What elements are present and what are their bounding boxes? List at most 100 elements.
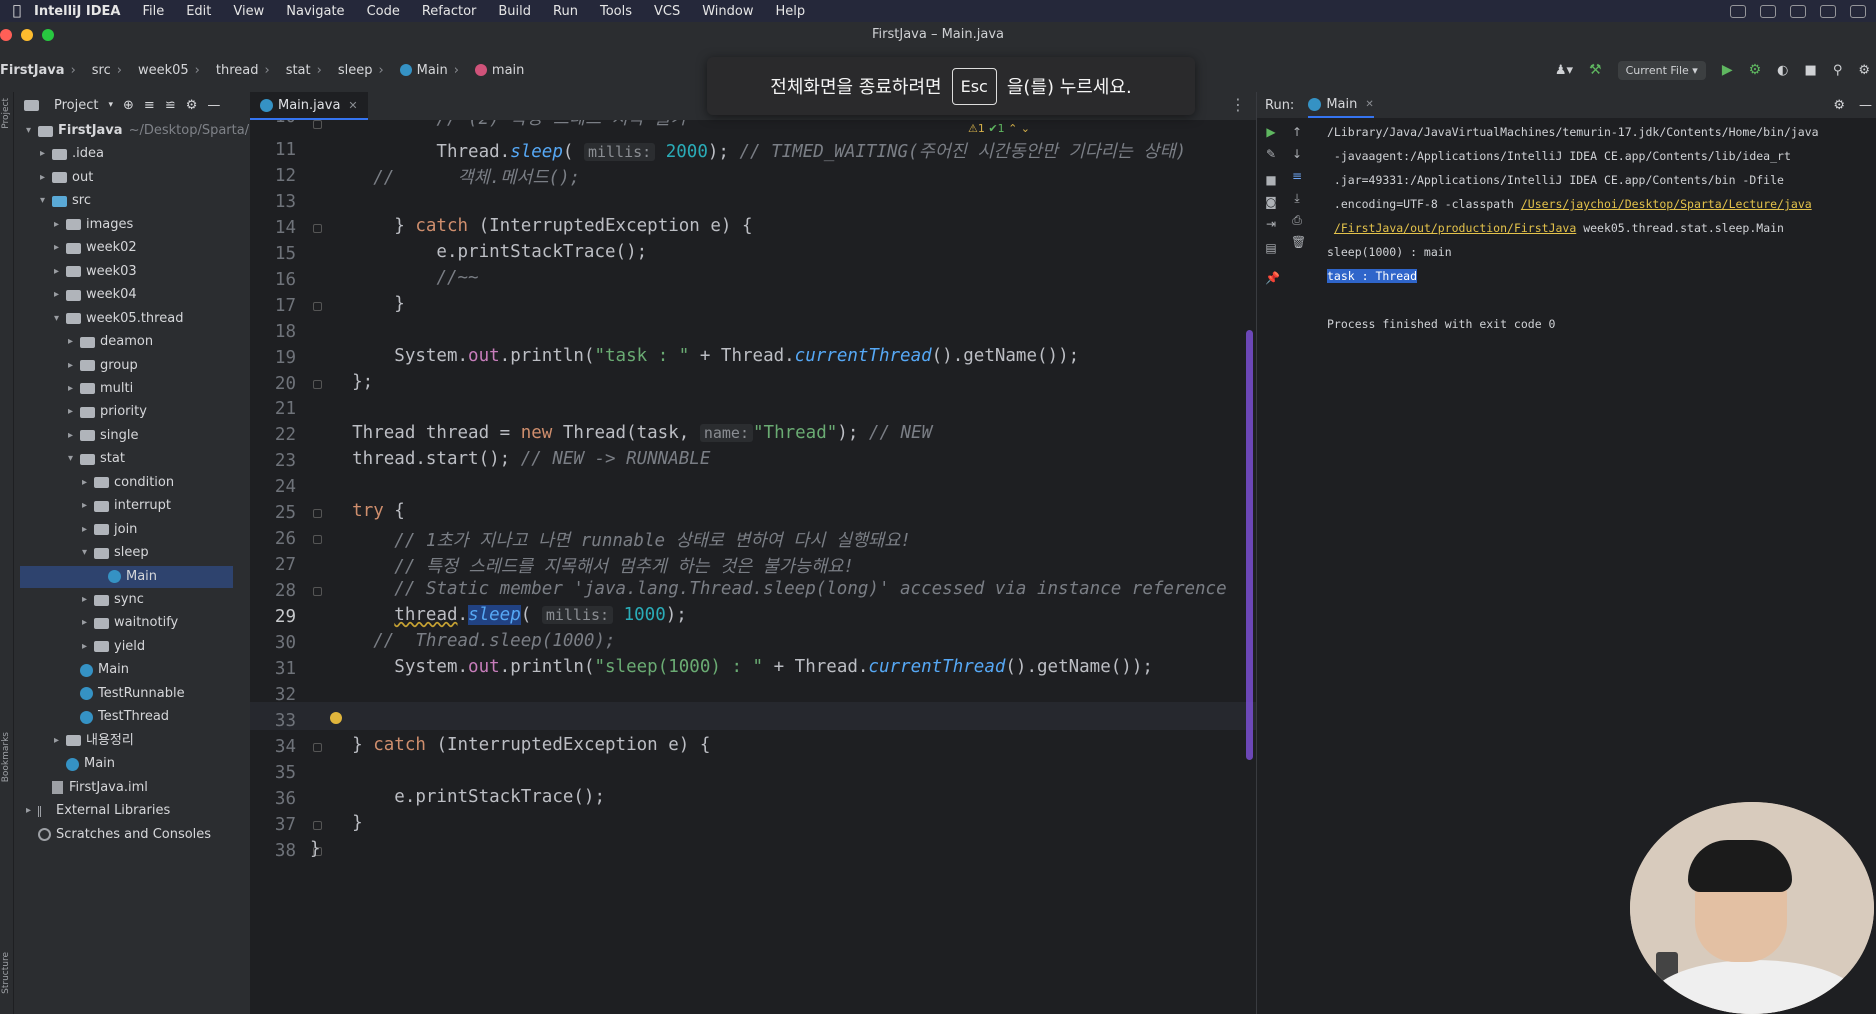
scroll-up-icon[interactable]: ↑ bbox=[1291, 126, 1303, 138]
tree-item-out[interactable]: ▸ out bbox=[14, 167, 93, 189]
menu-view[interactable]: View bbox=[233, 4, 264, 19]
tree-item-scratches-and-consoles[interactable]: Scratches and Consoles bbox=[14, 824, 211, 846]
menu-window[interactable]: Window bbox=[702, 4, 753, 19]
rerun-icon[interactable]: ▶ bbox=[1265, 126, 1277, 138]
tree-item-testthread[interactable]: TestThread bbox=[14, 706, 169, 728]
expand-arrow-icon[interactable]: ▸ bbox=[68, 331, 80, 353]
expand-arrow-icon[interactable]: ▾ bbox=[54, 308, 66, 330]
chevron-down-icon[interactable]: ▾ bbox=[108, 100, 113, 110]
expand-arrow-icon[interactable]: ▸ bbox=[82, 636, 94, 658]
app-menu[interactable]: IntelliJ IDEA bbox=[34, 4, 120, 19]
project-view-select[interactable]: Project bbox=[54, 98, 98, 113]
menu-navigate[interactable]: Navigate bbox=[286, 4, 344, 19]
expand-arrow-icon[interactable]: ▸ bbox=[26, 800, 38, 822]
tree-item-stat[interactable]: ▾ stat bbox=[14, 448, 125, 470]
expand-arrow-icon[interactable]: ▾ bbox=[68, 448, 80, 470]
expand-arrow-icon[interactable]: ▸ bbox=[54, 284, 66, 306]
breadcrumb-src[interactable]: src › bbox=[92, 63, 132, 78]
tree-item-main[interactable]: Main bbox=[14, 753, 115, 775]
strip-label-bookmarks[interactable]: Bookmarks bbox=[1, 732, 11, 782]
expand-arrow-icon[interactable]: ▸ bbox=[54, 237, 66, 259]
tree-item-priority[interactable]: ▸ priority bbox=[14, 401, 147, 423]
tray-icon[interactable] bbox=[1760, 4, 1776, 18]
tree-item-yield[interactable]: ▸ yield bbox=[14, 636, 145, 658]
tree-item-single[interactable]: ▸ single bbox=[14, 425, 139, 447]
expand-arrow-icon[interactable]: ▸ bbox=[68, 378, 80, 400]
close-tab-icon[interactable]: ✕ bbox=[348, 99, 357, 112]
run-tab-main[interactable]: Main ✕ bbox=[1308, 92, 1374, 118]
build-hammer-icon[interactable]: ⚒ bbox=[1589, 62, 1602, 78]
tree-item-week02[interactable]: ▸ week02 bbox=[14, 237, 137, 259]
expand-arrow-icon[interactable]: ▸ bbox=[82, 472, 94, 494]
tree-item-firstjava-iml[interactable]: FirstJava.iml bbox=[14, 777, 148, 799]
tree-item-sleep[interactable]: ▾ sleep bbox=[14, 542, 149, 564]
apple-icon[interactable]:  bbox=[0, 3, 34, 19]
expand-arrow-icon[interactable]: ▸ bbox=[54, 214, 66, 236]
scroll-to-end-icon[interactable]: ⤓ bbox=[1291, 192, 1303, 204]
expand-arrow-icon[interactable]: ▸ bbox=[68, 425, 80, 447]
settings-gear-icon[interactable]: ⚙ bbox=[1858, 63, 1870, 78]
editor-scrollbar[interactable] bbox=[1246, 330, 1253, 760]
pin-icon[interactable]: 📌 bbox=[1265, 272, 1280, 284]
breadcrumb-thread[interactable]: thread › bbox=[216, 63, 280, 78]
tree-item-testrunnable[interactable]: TestRunnable bbox=[14, 683, 185, 705]
run-config-select[interactable]: Current File ▾ bbox=[1617, 60, 1706, 80]
camera-icon[interactable]: ◙ bbox=[1265, 196, 1277, 208]
console-output[interactable]: /Library/Java/JavaVirtualMachines/temuri… bbox=[1327, 120, 1819, 336]
gear-icon[interactable]: ⚙ bbox=[186, 98, 198, 113]
expand-arrow-icon[interactable]: ▸ bbox=[40, 143, 52, 165]
expand-arrow-icon[interactable]: ▸ bbox=[82, 495, 94, 517]
menu-vcs[interactable]: VCS bbox=[654, 4, 680, 19]
console-link[interactable]: /FirstJava/out/production/FirstJava bbox=[1334, 221, 1576, 235]
tree-item-interrupt[interactable]: ▸ interrupt bbox=[14, 495, 171, 517]
lightbulb-icon[interactable] bbox=[330, 712, 342, 724]
print-icon[interactable]: ⎙ bbox=[1291, 214, 1303, 226]
menu-help[interactable]: Help bbox=[776, 4, 806, 19]
search-icon[interactable] bbox=[1820, 4, 1836, 18]
debug-icon[interactable]: ⚙ bbox=[1749, 62, 1762, 78]
expand-arrow-icon[interactable]: ▸ bbox=[68, 355, 80, 377]
tree-item-src[interactable]: ▾ src bbox=[14, 190, 91, 212]
close-run-tab-icon[interactable]: ✕ bbox=[1365, 99, 1373, 110]
wifi-icon[interactable] bbox=[1790, 4, 1806, 18]
coverage-icon[interactable]: ◐ bbox=[1777, 63, 1788, 78]
tree-item-condition[interactable]: ▸ condition bbox=[14, 472, 174, 494]
expand-arrow-icon[interactable]: ▾ bbox=[82, 542, 94, 564]
hide-icon[interactable]: — bbox=[207, 98, 220, 113]
locate-icon[interactable]: ⊕ bbox=[123, 98, 134, 113]
tree-item-deamon[interactable]: ▸ deamon bbox=[14, 331, 153, 353]
inspection-widget[interactable]: ⚠1 ✔1 ⌃ ⌄ bbox=[968, 122, 1030, 135]
tree-item--idea[interactable]: ▸ .idea bbox=[14, 143, 104, 165]
run-icon[interactable]: ▶ bbox=[1722, 62, 1733, 78]
breadcrumb-week05[interactable]: week05 › bbox=[138, 63, 210, 78]
tree-item-images[interactable]: ▸ images bbox=[14, 214, 133, 236]
menu-run[interactable]: Run bbox=[553, 4, 578, 19]
menu-code[interactable]: Code bbox=[367, 4, 400, 19]
tab-main-java[interactable]: Main.java ✕ bbox=[250, 92, 368, 120]
search-everywhere-icon[interactable]: ⚲ bbox=[1833, 63, 1843, 78]
expand-all-icon[interactable]: ≡ bbox=[144, 98, 155, 113]
tree-item-waitnotify[interactable]: ▸ waitnotify bbox=[14, 612, 178, 634]
tree-item-group[interactable]: ▸ group bbox=[14, 355, 138, 377]
menu-build[interactable]: Build bbox=[498, 4, 531, 19]
tree-item-multi[interactable]: ▸ multi bbox=[14, 378, 133, 400]
tree-item-week05-thread[interactable]: ▾ week05.thread bbox=[14, 308, 183, 330]
hide-run-panel-icon[interactable]: — bbox=[1859, 98, 1872, 113]
tree-item-sync[interactable]: ▸ sync bbox=[14, 589, 144, 611]
tree-item-week04[interactable]: ▸ week04 bbox=[14, 284, 137, 306]
strip-label-project[interactable]: Project bbox=[1, 98, 11, 129]
tree-item-join[interactable]: ▸ join bbox=[14, 519, 137, 541]
breadcrumb-stat[interactable]: stat › bbox=[286, 63, 332, 78]
exit-icon[interactable]: ⇥ bbox=[1265, 218, 1277, 230]
tree-item-external-libraries[interactable]: ▸ External Libraries bbox=[14, 800, 170, 822]
expand-arrow-icon[interactable]: ▸ bbox=[54, 261, 66, 283]
menu-file[interactable]: File bbox=[142, 4, 164, 19]
expand-arrow-icon[interactable]: ▸ bbox=[82, 612, 94, 634]
tab-actions-icon[interactable]: ⋮ bbox=[1230, 95, 1246, 114]
menu-edit[interactable]: Edit bbox=[186, 4, 211, 19]
breadcrumb-class[interactable]: Main › bbox=[399, 63, 469, 78]
trash-icon[interactable]: 🗑 bbox=[1291, 236, 1306, 248]
menu-tools[interactable]: Tools bbox=[600, 4, 632, 19]
stop-icon[interactable]: ■ bbox=[1265, 174, 1277, 186]
stop-icon[interactable]: ■ bbox=[1805, 63, 1817, 78]
